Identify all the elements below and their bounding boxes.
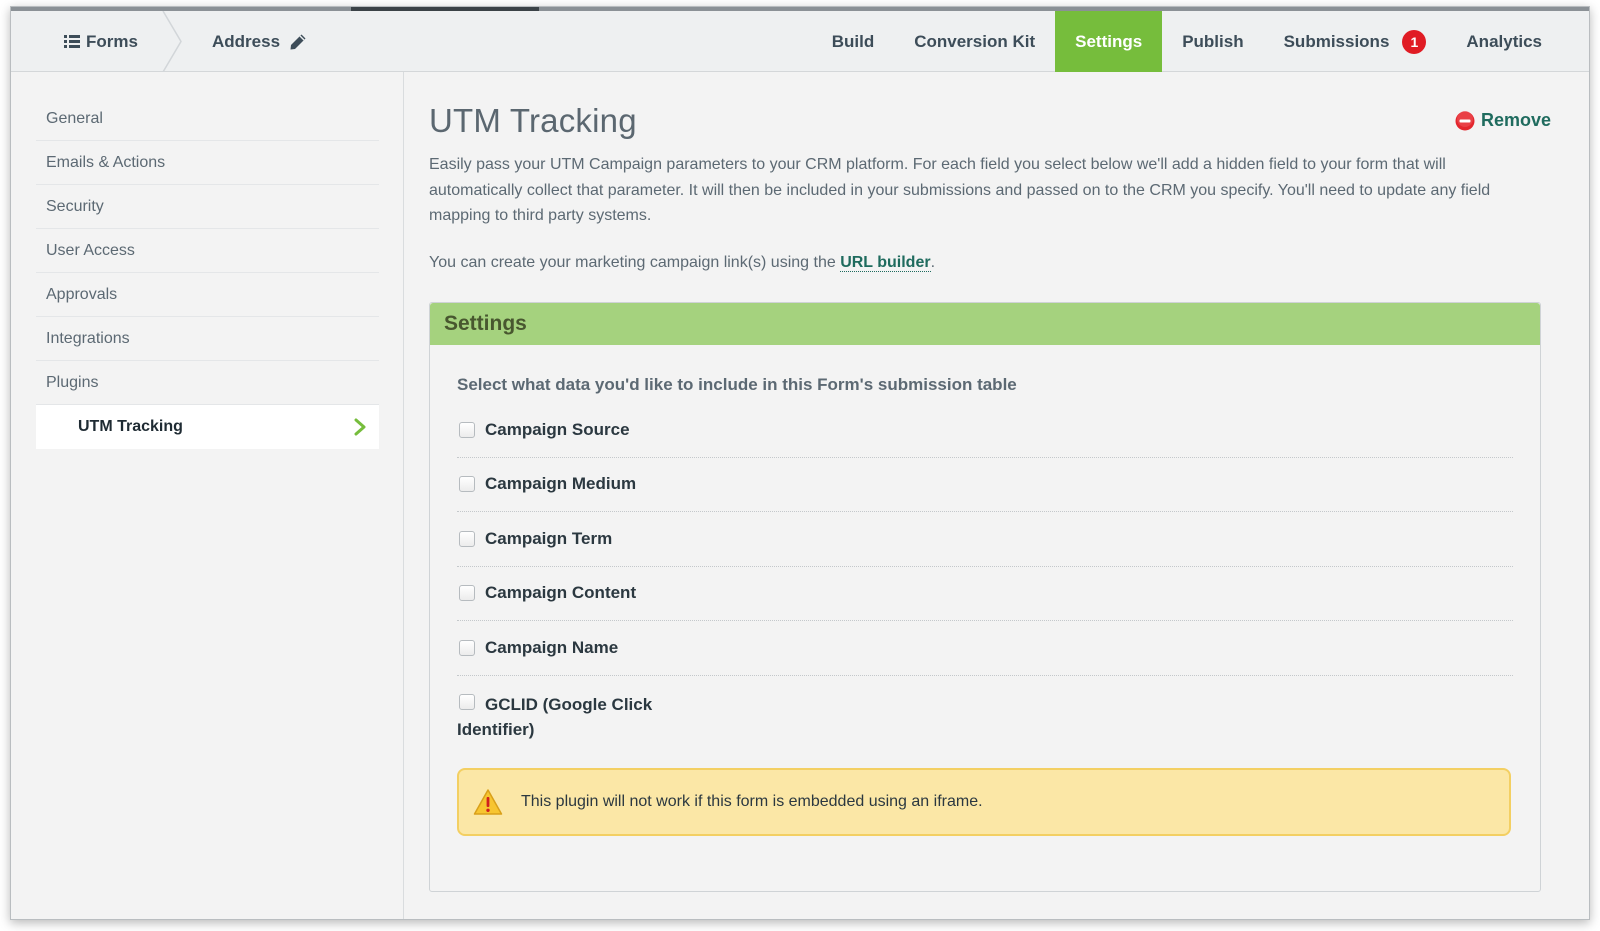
main-tabs: Build Conversion Kit Settings Publish Su…: [812, 11, 1589, 72]
sidebar-item-label: Integrations: [46, 329, 130, 347]
sidebar-item-label: Plugins: [46, 373, 99, 391]
breadcrumb-address-label: Address: [212, 31, 281, 51]
sidebar-item-user-access[interactable]: User Access: [36, 229, 379, 273]
tab-settings-label: Settings: [1075, 31, 1143, 51]
option-label: Campaign Name: [485, 637, 619, 657]
remove-icon: [1455, 110, 1475, 130]
campaign-medium-checkbox[interactable]: [459, 476, 475, 493]
app-window: Forms Address Build Conversion Kit Setti…: [10, 6, 1590, 920]
sidebar-item-label: Security: [46, 197, 104, 215]
sidebar-item-label: Emails & Actions: [46, 153, 166, 171]
list-icon: [64, 35, 80, 48]
tab-submissions[interactable]: Submissions 1: [1264, 11, 1447, 72]
tab-conversion-kit-label: Conversion Kit: [914, 31, 1036, 51]
settings-panel-header: Settings: [430, 303, 1540, 345]
option-campaign-term[interactable]: Campaign Term: [457, 512, 1513, 567]
sidebar-item-plugins[interactable]: Plugins: [36, 361, 379, 405]
breadcrumb-separator: [162, 11, 182, 72]
sidebar-item-label: General: [46, 109, 103, 127]
sidebar-menu: General Emails & Actions Security User A…: [36, 97, 379, 449]
breadcrumb-forms[interactable]: Forms: [64, 11, 138, 72]
sidebar-item-utm-tracking[interactable]: UTM Tracking: [36, 405, 379, 449]
tab-analytics-label: Analytics: [1466, 31, 1542, 51]
campaign-content-checkbox[interactable]: [459, 585, 475, 602]
sidebar-item-label: UTM Tracking: [78, 418, 183, 435]
sidebar-item-integrations[interactable]: Integrations: [36, 317, 379, 361]
option-gclid[interactable]: GCLID (Google Click Identifier): [457, 676, 1513, 752]
campaign-source-checkbox[interactable]: [459, 421, 475, 438]
warning-icon: [473, 789, 503, 815]
option-campaign-source[interactable]: Campaign Source: [457, 403, 1513, 458]
iframe-warning: This plugin will not work if this form i…: [457, 768, 1511, 836]
select-data-label: Select what data you'd like to include i…: [457, 375, 1017, 394]
option-label: Campaign Term: [485, 528, 613, 548]
submissions-count-badge: 1: [1402, 29, 1427, 54]
chevron-right-icon: [354, 418, 366, 436]
settings-sidebar: General Emails & Actions Security User A…: [11, 72, 404, 919]
remove-label: Remove: [1480, 110, 1551, 130]
tab-analytics[interactable]: Analytics: [1446, 11, 1589, 72]
main-content: UTM Tracking Remove Easily pass your UTM…: [429, 72, 1551, 919]
tab-publish-label: Publish: [1182, 31, 1244, 51]
option-label: Campaign Content: [485, 583, 637, 603]
campaign-name-checkbox[interactable]: [459, 639, 475, 656]
option-label: GCLID (Google Click Identifier): [457, 694, 653, 739]
url-builder-text: You can create your marketing campaign l…: [429, 254, 935, 272]
tab-settings[interactable]: Settings: [1055, 11, 1163, 72]
page-title: UTM Tracking: [429, 102, 637, 139]
top-navigation: Forms Address Build Conversion Kit Setti…: [11, 11, 1589, 72]
sidebar-item-general[interactable]: General: [36, 97, 379, 141]
utm-options-list: Campaign Source Campaign Medium Campaign…: [457, 403, 1513, 752]
sidebar-item-label: User Access: [46, 241, 135, 259]
sidebar-item-security[interactable]: Security: [36, 185, 379, 229]
sidebar-item-approvals[interactable]: Approvals: [36, 273, 379, 317]
tab-build[interactable]: Build: [812, 11, 895, 72]
warning-text: This plugin will not work if this form i…: [521, 793, 983, 810]
breadcrumb-address[interactable]: Address: [212, 11, 307, 72]
tab-build-label: Build: [831, 31, 875, 51]
option-campaign-medium[interactable]: Campaign Medium: [457, 458, 1513, 512]
url-builder-link[interactable]: URL builder: [840, 254, 931, 272]
sidebar-item-label: Approvals: [46, 285, 118, 303]
campaign-term-checkbox[interactable]: [459, 530, 475, 547]
option-campaign-name[interactable]: Campaign Name: [457, 621, 1513, 676]
url-builder-suffix: .: [930, 254, 936, 271]
breadcrumb-forms-label: Forms: [86, 31, 138, 51]
pencil-icon[interactable]: [289, 33, 307, 51]
tab-conversion-kit[interactable]: Conversion Kit: [894, 11, 1055, 72]
option-campaign-content[interactable]: Campaign Content: [457, 567, 1513, 621]
sidebar-item-emails-actions[interactable]: Emails & Actions: [36, 141, 379, 185]
settings-panel-body: Select what data you'd like to include i…: [457, 345, 1513, 752]
tab-publish[interactable]: Publish: [1162, 11, 1263, 72]
tab-submissions-label: Submissions: [1283, 31, 1390, 51]
plugin-description: Easily pass your UTM Campaign parameters…: [429, 156, 1491, 224]
option-label: Campaign Medium: [485, 474, 637, 494]
remove-button[interactable]: Remove: [1455, 110, 1551, 131]
url-builder-prefix: You can create your marketing campaign l…: [429, 254, 841, 271]
settings-panel: Settings Select what data you'd like to …: [429, 302, 1541, 892]
option-label: Campaign Source: [485, 419, 630, 439]
